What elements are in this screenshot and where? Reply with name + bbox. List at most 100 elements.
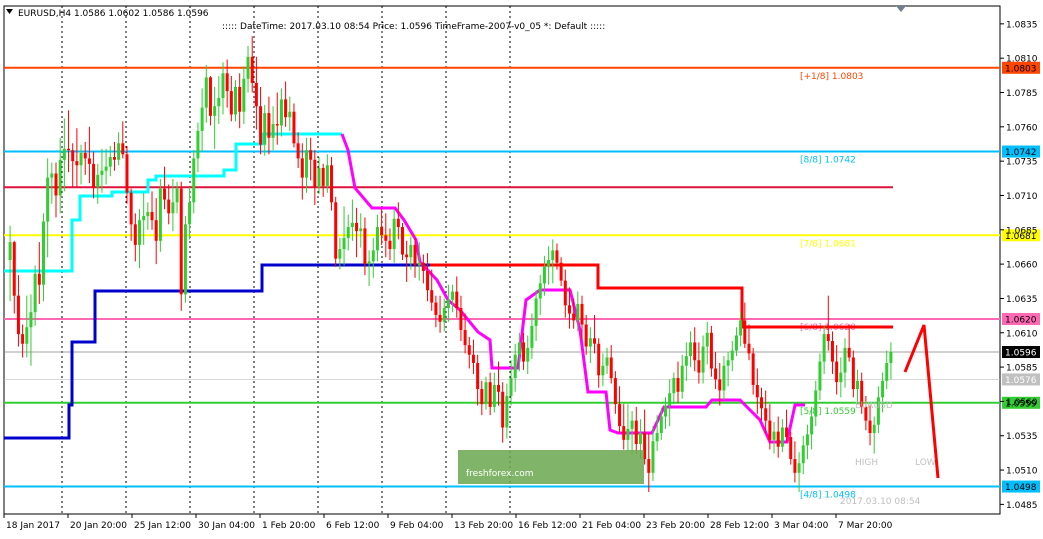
- candle-body: [426, 270, 430, 291]
- candle-body: [517, 342, 521, 355]
- candle-body: [814, 390, 818, 417]
- candle-body: [889, 351, 893, 363]
- candle-body: [488, 382, 492, 407]
- candle-body: [163, 188, 167, 200]
- candle-body: [630, 420, 634, 429]
- candle-body: [597, 343, 601, 376]
- candle-body: [471, 354, 475, 363]
- candle-body: [225, 73, 229, 92]
- x-tick-label: 30 Jan 04:00: [198, 521, 255, 531]
- candle-body: [334, 202, 338, 259]
- candle-body: [505, 395, 509, 428]
- candle-body: [229, 91, 233, 115]
- x-tick-label: 9 Feb 04:00: [390, 521, 444, 531]
- candle-body: [384, 235, 388, 241]
- brand-watermark: freshforex.com: [466, 469, 534, 479]
- candle-body: [71, 150, 75, 162]
- candle-body: [751, 353, 755, 385]
- candle-body: [75, 161, 79, 166]
- candle-body: [822, 334, 826, 362]
- candle-body: [797, 463, 801, 473]
- symbol-watermark: EURUSD: [855, 401, 893, 411]
- candle-body: [755, 384, 759, 398]
- candle-body: [217, 97, 221, 107]
- y-tick-label: 1.0585: [1006, 364, 1038, 374]
- candle-body: [271, 124, 275, 138]
- candle-body: [234, 87, 238, 115]
- candle-body: [142, 216, 146, 221]
- candle-body: [551, 250, 555, 260]
- candle-body: [188, 202, 192, 225]
- candle-body: [246, 56, 250, 79]
- candle-body: [663, 405, 667, 417]
- y-tick-label: 1.0510: [1006, 467, 1038, 477]
- candle-body: [618, 404, 622, 427]
- x-tick-label: 21 Feb 04:00: [582, 521, 641, 531]
- candle-body: [242, 78, 246, 112]
- y-tick-label: 1.0660: [1006, 261, 1038, 271]
- y-tick-label: 1.0610: [1006, 329, 1038, 339]
- candle-body: [208, 77, 212, 116]
- candle-body: [714, 368, 718, 380]
- y-tick-label: 1.0635: [1006, 295, 1038, 305]
- axis-price-tag-label: 1.0498: [1005, 483, 1037, 493]
- candle-body: [175, 188, 179, 203]
- candle-body: [204, 77, 208, 108]
- axis-price-tag-label: 1.0620: [1005, 316, 1037, 326]
- candle-body: [576, 303, 580, 321]
- x-tick-label: 7 Mar 20:00: [838, 521, 893, 531]
- candle-body: [58, 159, 62, 196]
- candle: [179, 181, 183, 311]
- level-label: [+1/8] 1.0803: [800, 72, 863, 82]
- level-label: [5/8] 1.0559: [800, 407, 856, 417]
- candle-body: [41, 221, 45, 285]
- axis-price-tag-label: 1.0803: [1005, 64, 1037, 74]
- candle-body: [764, 408, 768, 421]
- candle-body: [304, 150, 308, 178]
- candle-body: [79, 152, 83, 166]
- x-tick-label: 1 Feb 20:00: [262, 521, 316, 531]
- candle-body: [638, 432, 642, 444]
- candle-body: [83, 152, 87, 159]
- candle-body: [881, 380, 885, 398]
- x-tick-label: 13 Feb 20:00: [454, 521, 513, 531]
- candle-body: [250, 56, 254, 83]
- candle-body: [146, 211, 150, 217]
- candle-body: [672, 378, 676, 394]
- candle: [400, 222, 404, 260]
- candle-body: [726, 360, 730, 366]
- candle-body: [62, 148, 66, 160]
- candle-body: [121, 143, 125, 155]
- candle-body: [29, 312, 33, 328]
- candle-body: [129, 192, 133, 225]
- chart-header-indicator: ::::: DateTime: 2017.03.10 08:54 Price: …: [222, 22, 605, 32]
- candle-body: [563, 280, 567, 306]
- candle-body: [885, 362, 889, 381]
- candle-body: [709, 332, 713, 369]
- candle-body: [25, 327, 29, 344]
- candle-body: [284, 99, 288, 118]
- candle-body: [693, 342, 697, 361]
- chart-root: [+1/8] 1.0803 1.0803 [8/8] 1.0742 1.0742 [7/…: [0, 0, 1043, 539]
- candle-body: [701, 346, 705, 373]
- candle-body: [476, 362, 480, 390]
- candle-body: [196, 130, 200, 159]
- candle-body: [421, 262, 425, 271]
- candle-body: [463, 330, 467, 346]
- candle-body: [96, 174, 100, 188]
- y-tick-label: 1.0810: [1006, 55, 1038, 65]
- candle-body: [359, 228, 363, 232]
- candle-body: [179, 188, 183, 295]
- high-label: HIGH: [855, 458, 878, 468]
- price-chart[interactable]: [+1/8] 1.0803 1.0803 [8/8] 1.0742 1.0742 [7/…: [0, 0, 1043, 539]
- candle-body: [697, 360, 701, 373]
- candle-body: [768, 420, 772, 440]
- y-tick-label: 1.0535: [1006, 432, 1038, 442]
- candle-body: [37, 273, 41, 285]
- candle-body: [442, 308, 446, 322]
- candle-body: [213, 106, 217, 116]
- candle-body: [609, 357, 613, 379]
- y-tick-label: 1.0735: [1006, 158, 1038, 168]
- candle-body: [338, 249, 342, 259]
- candle-body: [572, 313, 576, 321]
